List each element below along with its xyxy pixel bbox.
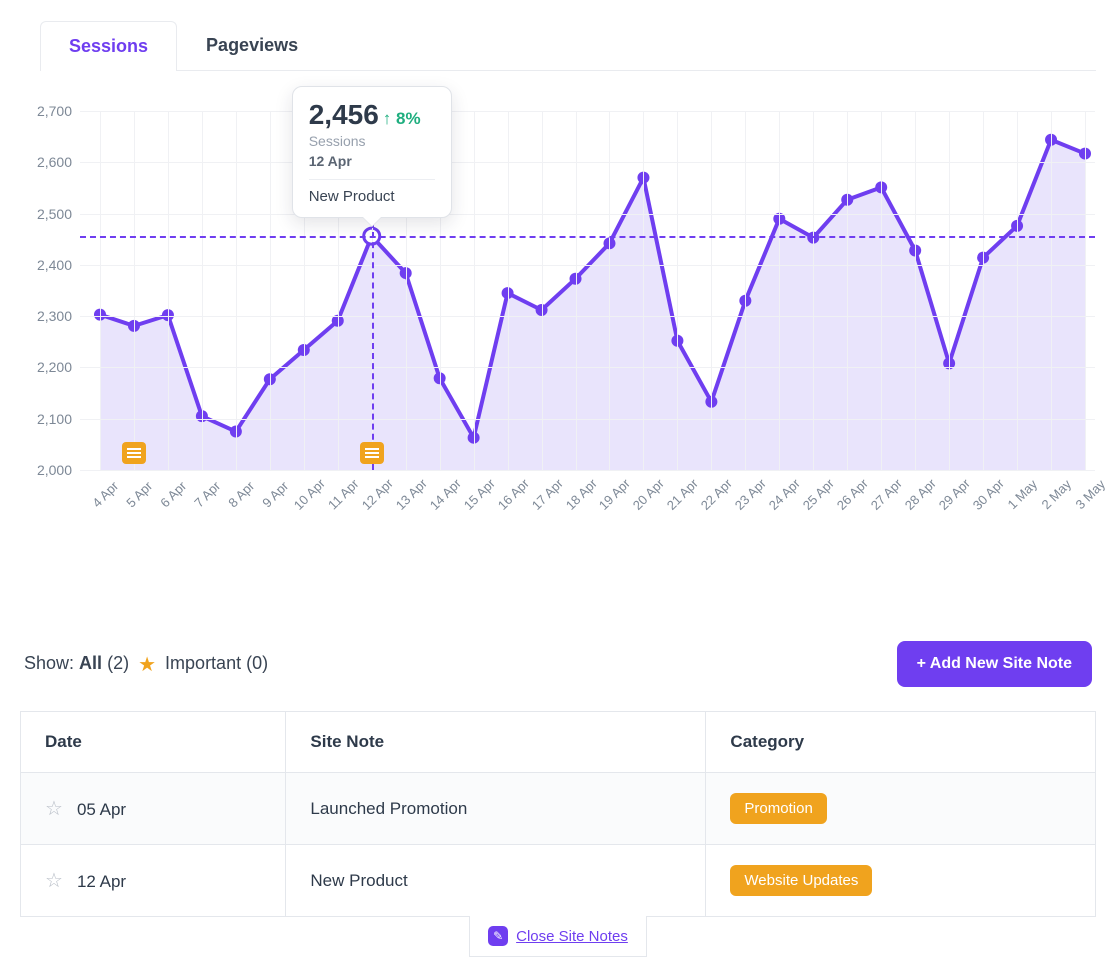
column-note: Site Note [286, 712, 706, 773]
notes-filter: Show: All (2) ★ Important (0) [24, 652, 268, 677]
x-tick-label: 5 Apr [123, 478, 155, 510]
star-outline-icon[interactable]: ☆ [45, 798, 63, 820]
x-tick-label: 26 Apr [834, 476, 871, 513]
x-tick-label: 17 Apr [528, 476, 565, 513]
y-tick-label: 2,300 [37, 308, 72, 324]
category-badge: Promotion [730, 793, 826, 824]
chart-tabs: Sessions Pageviews [40, 20, 1096, 71]
site-note-marker-icon[interactable] [360, 442, 384, 464]
x-tick-label: 19 Apr [596, 476, 633, 513]
x-tick-label: 12 Apr [358, 476, 395, 513]
note-text: New Product [286, 845, 706, 917]
site-notes-table: Date Site Note Category ☆ 05 Apr Launched … [20, 711, 1096, 917]
x-tick-label: 28 Apr [902, 476, 939, 513]
column-category: Category [706, 712, 1096, 773]
x-tick-label: 24 Apr [766, 476, 803, 513]
tooltip-date: 12 Apr [309, 153, 435, 169]
close-site-notes-button[interactable]: ✎ Close Site Notes [469, 916, 647, 957]
note-date: 12 Apr [77, 872, 126, 891]
note-date: 05 Apr [77, 800, 126, 819]
x-tick-label: 9 Apr [259, 478, 291, 510]
arrow-up-icon: ↑ [383, 109, 392, 128]
x-tick-label: 23 Apr [732, 476, 769, 513]
y-tick-label: 2,600 [37, 154, 72, 170]
filter-all[interactable]: All [79, 653, 102, 673]
y-tick-label: 2,000 [37, 462, 72, 478]
x-tick-label: 30 Apr [970, 476, 1007, 513]
x-tick-label: 18 Apr [562, 476, 599, 513]
tooltip-value: 2,456 [309, 99, 379, 131]
site-note-marker-icon[interactable] [122, 442, 146, 464]
category-badge: Website Updates [730, 865, 872, 896]
x-tick-label: 20 Apr [630, 476, 667, 513]
star-icon: ★ [138, 654, 156, 676]
y-tick-label: 2,200 [37, 359, 72, 375]
sessions-chart: 2,000 2,100 2,200 2,300 2,400 2,500 2,600 2,700… [20, 91, 1095, 521]
x-tick-label: 16 Apr [494, 476, 531, 513]
column-date: Date [21, 712, 286, 773]
x-tick-label: 7 Apr [191, 478, 223, 510]
add-site-note-button[interactable]: + Add New Site Note [897, 641, 1092, 687]
tooltip-metric: Sessions [309, 133, 435, 149]
x-tick-label: 4 Apr [89, 478, 121, 510]
x-tick-label: 29 Apr [936, 476, 973, 513]
tooltip-delta: ↑ 8% [383, 109, 421, 128]
chart-tooltip: 2,456↑ 8% Sessions 12 Apr New Product [292, 86, 452, 218]
x-tick-label: 10 Apr [290, 476, 327, 513]
y-tick-label: 2,700 [37, 103, 72, 119]
tab-sessions[interactable]: Sessions [40, 21, 177, 71]
x-tick-label: 3 May [1072, 476, 1108, 512]
note-text: Launched Promotion [286, 773, 706, 845]
x-tick-label: 6 Apr [157, 478, 189, 510]
pencil-note-icon: ✎ [488, 926, 508, 946]
x-tick-label: 21 Apr [664, 476, 701, 513]
site-notes-header: Show: All (2) ★ Important (0) + Add New … [20, 641, 1096, 687]
filter-important[interactable]: Important [165, 653, 241, 673]
y-tick-label: 2,400 [37, 257, 72, 273]
x-tick-label: 11 Apr [325, 476, 362, 513]
x-tick-label: 2 May [1039, 476, 1075, 512]
table-row: ☆ 12 Apr New Product Website Updates [21, 845, 1096, 917]
star-outline-icon[interactable]: ☆ [45, 870, 63, 892]
x-tick-label: 13 Apr [392, 476, 429, 513]
tooltip-note: New Product [309, 188, 435, 205]
x-tick-label: 8 Apr [225, 478, 257, 510]
tab-pageviews[interactable]: Pageviews [177, 20, 327, 70]
x-tick-label: 1 May [1005, 476, 1041, 512]
y-tick-label: 2,500 [37, 206, 72, 222]
x-tick-label: 22 Apr [698, 476, 735, 513]
y-tick-label: 2,100 [37, 411, 72, 427]
table-row: ☆ 05 Apr Launched Promotion Promotion [21, 773, 1096, 845]
x-tick-label: 25 Apr [800, 476, 837, 513]
x-tick-label: 15 Apr [460, 476, 497, 513]
x-tick-label: 27 Apr [868, 476, 905, 513]
x-tick-label: 14 Apr [426, 476, 463, 513]
